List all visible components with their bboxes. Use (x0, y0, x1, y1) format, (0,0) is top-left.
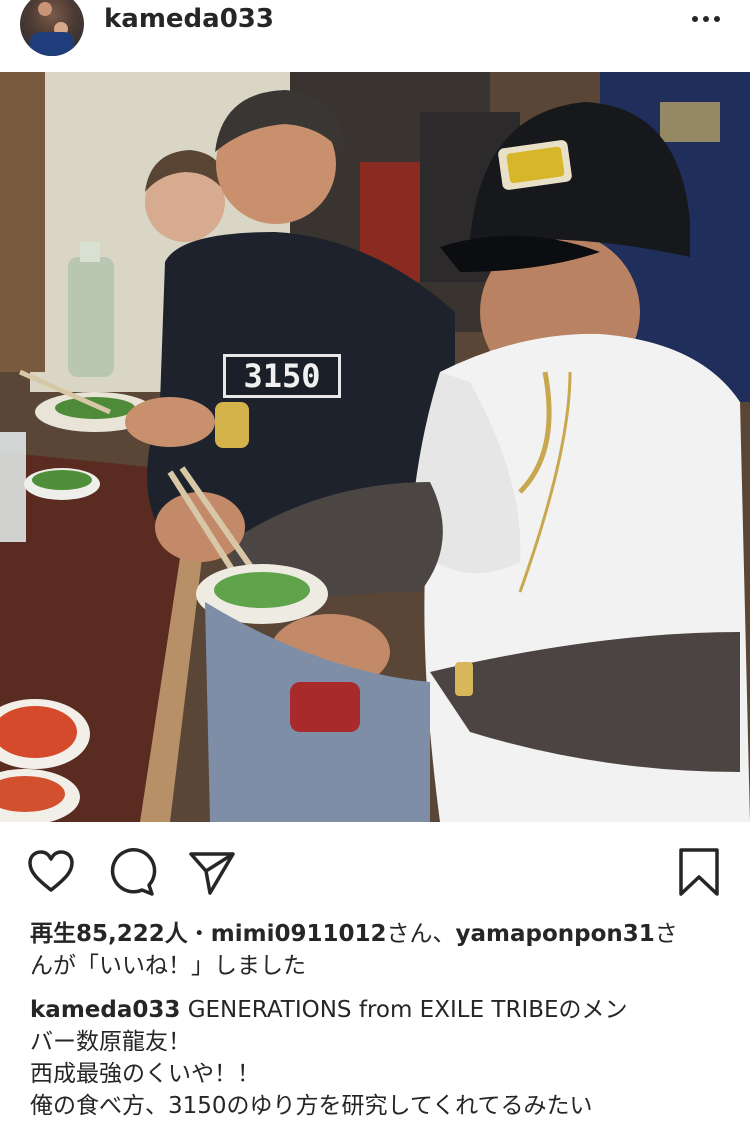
post-header: kameda033 (0, 0, 750, 72)
share-icon[interactable] (186, 846, 238, 898)
post-photo[interactable]: 3150 (0, 72, 750, 822)
liker-username-1[interactable]: mimi0911012 (211, 921, 387, 947)
engagement-summary: 再生85,222人・mimi0911012さん、yamaponpon31さ んが… (30, 918, 720, 982)
heart-icon[interactable] (25, 846, 77, 898)
likes-tail: んが「いいね！」しました (30, 953, 306, 979)
liker-suffix-2: さ (654, 921, 678, 947)
more-options-icon[interactable] (690, 8, 722, 30)
liker-suffix-1: さん、 (386, 921, 456, 947)
views-prefix: 再生 (30, 921, 76, 947)
caption-line-1: GENERATIONS from EXILE TRIBEのメン (187, 997, 628, 1023)
separator: ・ (187, 921, 211, 947)
views-count[interactable]: 85,222人 (76, 921, 188, 947)
post-caption: kameda033 GENERATIONS from EXILE TRIBEのメ… (30, 994, 720, 1122)
comment-icon[interactable] (106, 846, 158, 898)
caption-username[interactable]: kameda033 (30, 997, 180, 1023)
bookmark-icon[interactable] (673, 846, 725, 898)
caption-line-4: 俺の食べ方、3150のゆり方を研究してくれてるみたい (30, 1093, 593, 1119)
caption-line-3: 西成最強のくいや！！ (30, 1061, 260, 1087)
shirt-3150-text: 3150 (243, 357, 320, 395)
liker-username-2[interactable]: yamaponpon31 (456, 921, 655, 947)
action-bar (0, 822, 750, 922)
caption-line-2: バー数原龍友！ (30, 1029, 191, 1055)
profile-avatar[interactable] (20, 0, 84, 56)
header-username[interactable]: kameda033 (104, 4, 274, 34)
